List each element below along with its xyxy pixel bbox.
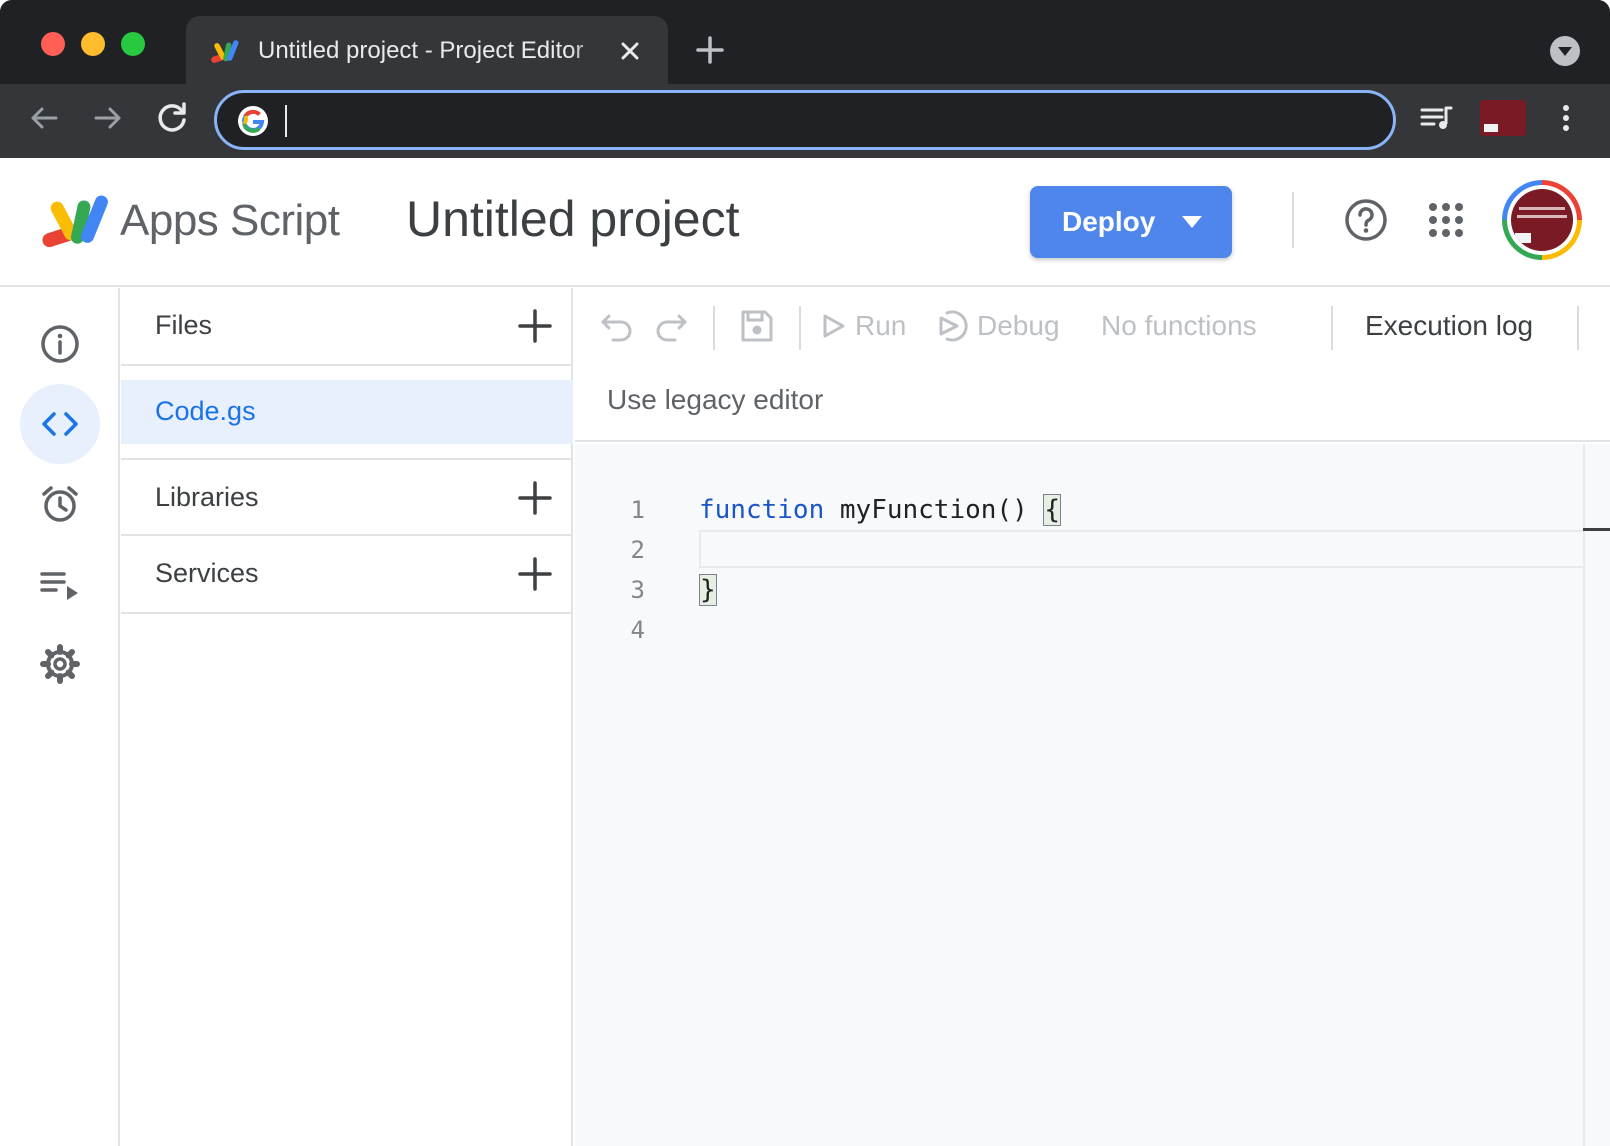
libraries-label: Libraries <box>155 482 259 512</box>
forward-arrow-icon[interactable] <box>88 98 128 138</box>
line-number: 4 <box>630 616 645 644</box>
toolbar-divider <box>799 306 801 350</box>
file-name: Code.gs <box>155 396 256 426</box>
window-close-button[interactable] <box>41 32 65 56</box>
files-section-header: Files <box>121 288 573 366</box>
nav-overview[interactable] <box>20 304 100 384</box>
more-vert-icon[interactable] <box>1546 98 1586 138</box>
libraries-section-header: Libraries <box>121 458 573 536</box>
profile-thumbnail[interactable] <box>1480 100 1526 136</box>
left-nav-rail <box>0 288 120 1146</box>
browser-window-chrome: Untitled project - Project Editor <box>0 0 1610 158</box>
code-line: 3 } <box>575 570 1583 610</box>
line-content[interactable]: } <box>699 570 717 610</box>
alarm-icon <box>42 486 78 522</box>
services-label: Services <box>155 558 259 588</box>
code-line: 1 function myFunction() { <box>575 490 1583 530</box>
new-tab-icon[interactable] <box>692 32 728 68</box>
code-line: 2 <box>575 530 1583 570</box>
save-icon[interactable] <box>739 308 775 344</box>
address-bar[interactable] <box>214 90 1396 150</box>
tab-strip: Untitled project - Project Editor <box>0 0 1610 84</box>
toolbar-divider <box>1331 306 1333 350</box>
chevron-down-icon <box>1558 47 1572 56</box>
app-header: Apps Script Untitled project Deploy <box>0 158 1610 287</box>
nav-executions[interactable] <box>20 544 100 624</box>
product-name[interactable]: Apps Script <box>120 196 340 246</box>
code-line: 4 <box>575 610 1583 650</box>
execution-log-button[interactable]: Execution log <box>1365 310 1533 342</box>
legacy-editor-bar: Use legacy editor <box>575 368 1610 442</box>
close-icon[interactable] <box>616 37 644 65</box>
run-button[interactable]: Run <box>855 310 906 342</box>
avatar-ring-gap <box>1507 185 1577 255</box>
apps-script-logo-icon <box>42 195 108 248</box>
line-number: 1 <box>630 496 645 524</box>
tab-title: Untitled project - Project Editor <box>258 37 584 64</box>
back-arrow-icon[interactable] <box>24 98 64 138</box>
project-title[interactable]: Untitled project <box>406 190 740 248</box>
window-zoom-button[interactable] <box>121 32 145 56</box>
account-avatar[interactable] <box>1502 180 1582 260</box>
deploy-button[interactable]: Deploy <box>1030 186 1232 258</box>
header-divider <box>1292 192 1294 248</box>
services-section-header: Services <box>121 536 573 614</box>
nav-settings[interactable] <box>20 624 100 704</box>
reload-icon[interactable] <box>152 98 192 138</box>
toolbar-divider <box>713 306 715 350</box>
close-brace-token: } <box>699 574 717 606</box>
tab-search-button[interactable] <box>1550 36 1580 66</box>
browser-tab[interactable]: Untitled project - Project Editor <box>186 16 668 84</box>
gear-icon <box>40 644 80 684</box>
media-control-icon[interactable] <box>1416 98 1456 138</box>
cursor-position-marker <box>1583 528 1610 531</box>
line-number: 3 <box>630 576 645 604</box>
undo-icon[interactable] <box>599 308 635 344</box>
editor-scrollbar[interactable] <box>1583 444 1610 1146</box>
apps-grid-icon[interactable] <box>1426 200 1466 240</box>
nav-triggers[interactable] <box>20 464 100 544</box>
use-legacy-editor-link[interactable]: Use legacy editor <box>607 384 823 416</box>
redo-icon[interactable] <box>653 308 689 344</box>
function-signature-token: myFunction() <box>824 495 1044 525</box>
deploy-label: Deploy <box>1062 206 1156 237</box>
apps-script-favicon-icon <box>211 40 239 63</box>
debug-icon <box>939 310 968 342</box>
window-minimize-button[interactable] <box>81 32 105 56</box>
add-service-icon[interactable] <box>517 556 553 592</box>
caret-down-icon <box>1182 216 1202 228</box>
keyword-token: function <box>699 495 825 525</box>
file-item-code-gs[interactable]: Code.gs <box>121 380 573 444</box>
line-content[interactable]: function myFunction() { <box>699 490 1062 530</box>
add-file-icon[interactable] <box>517 308 553 344</box>
files-panel: Files Code.gs Libraries Services <box>121 288 573 1146</box>
debug-button[interactable]: Debug <box>977 310 1060 342</box>
info-icon <box>41 325 79 363</box>
files-label: Files <box>155 310 213 340</box>
help-icon[interactable] <box>1344 198 1388 242</box>
add-library-icon[interactable] <box>517 480 553 516</box>
text-cursor <box>285 105 287 137</box>
function-select[interactable]: No functions <box>1101 310 1257 342</box>
open-brace-token: { <box>1043 494 1062 526</box>
avatar-photo <box>1511 189 1573 251</box>
nav-editor[interactable] <box>20 384 100 464</box>
toolbar-divider <box>1577 306 1579 350</box>
code-editor[interactable]: 1 function myFunction() { 2 3 } 4 <box>575 444 1610 1146</box>
code-icon <box>42 412 78 436</box>
executions-icon <box>40 572 78 600</box>
line-number: 2 <box>630 536 645 564</box>
google-icon <box>238 106 268 136</box>
play-icon <box>823 314 845 338</box>
editor-toolbar: Run Debug No functions Execution log <box>575 288 1610 368</box>
